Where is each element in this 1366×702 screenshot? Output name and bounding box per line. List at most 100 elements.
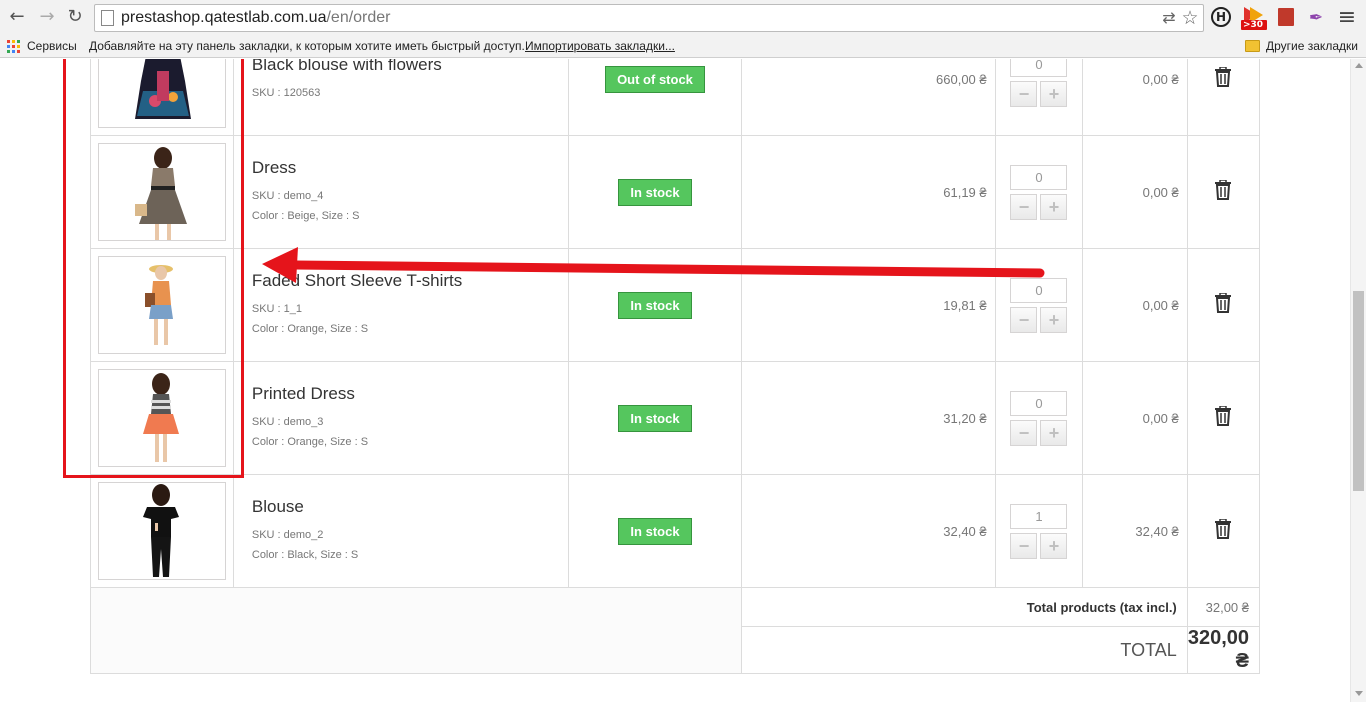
unit-price: 32,40 ₴	[741, 474, 996, 588]
product-image-cell	[90, 59, 234, 136]
address-bar[interactable]: prestashop.qatestlab.com.ua/en/order ⇄ ☆	[94, 4, 1204, 32]
bookmark-extension-icon[interactable]	[1278, 8, 1294, 26]
product-attributes: Color : Orange, Size : S	[251, 436, 369, 448]
product-name[interactable]: Blouse	[252, 497, 568, 517]
product-description-cell: Faded Short Sleeve T-shirts SKU : 1_1 Co…	[232, 248, 569, 362]
product-name[interactable]: Dress	[252, 158, 568, 178]
quantity-plus-button[interactable]: +	[1040, 193, 1068, 220]
availability-cell: In stock	[567, 248, 743, 362]
quantity-minus-button[interactable]: −	[1010, 306, 1038, 333]
scroll-thumb[interactable]	[1353, 291, 1364, 491]
quantity-cell: 0 − +	[994, 59, 1084, 136]
bookmarks-hint: Добавляйте на эту панель закладки, к кот…	[89, 39, 525, 53]
availability-cell: In stock	[567, 361, 743, 475]
forward-arrow-icon[interactable]: →	[36, 6, 58, 28]
unit-price: 19,81 ₴	[741, 248, 996, 362]
quantity-input[interactable]: 0	[1010, 277, 1068, 303]
menu-icon[interactable]: ≡	[1336, 7, 1358, 29]
cart-row: Dress SKU : demo_4 Color : Beige, Size :…	[90, 135, 1261, 249]
quantity-cell: 0 − +	[994, 361, 1084, 475]
apps-icon[interactable]	[7, 40, 20, 53]
total-label: TOTAL	[741, 626, 1188, 674]
quantity-input[interactable]: 0	[1010, 164, 1068, 190]
bookmarks-bar: Сервисы Добавляйте на эту панель закладк…	[0, 36, 1366, 58]
quantity-minus-button[interactable]: −	[1010, 532, 1038, 559]
extension-badge-icon[interactable]: >30	[1241, 5, 1267, 30]
row-total: 32,40 ₴	[1082, 474, 1188, 588]
quantity-cell: 0 − +	[994, 135, 1084, 249]
quantity-plus-button[interactable]: +	[1040, 419, 1068, 446]
product-image[interactable]	[97, 369, 226, 467]
product-figure	[142, 373, 179, 462]
badge-count: >30	[1243, 20, 1264, 30]
product-image-cell	[90, 248, 234, 362]
product-image-cell	[90, 135, 234, 249]
back-arrow-icon[interactable]: ←	[6, 6, 28, 28]
unit-price: 660,00 ₴	[741, 59, 996, 136]
scroll-up-arrow-icon[interactable]	[1355, 63, 1363, 68]
product-image[interactable]	[97, 482, 226, 580]
h-extension-icon[interactable]: H	[1211, 7, 1231, 27]
page-icon	[101, 10, 114, 26]
url-path: /en/order	[326, 9, 391, 26]
quantity-input[interactable]: 0	[1010, 390, 1068, 416]
product-attributes: Color : Black, Size : S	[251, 549, 359, 561]
availability-cell: In stock	[567, 474, 743, 588]
product-figure	[144, 265, 173, 345]
quantity-plus-button[interactable]: +	[1040, 532, 1068, 559]
quantity-cell: 1 − +	[994, 474, 1084, 588]
quantity-input[interactable]: 0	[1010, 59, 1068, 77]
product-sku: SKU : demo_3	[251, 416, 324, 428]
trash-icon[interactable]	[1215, 66, 1232, 87]
product-image[interactable]	[97, 256, 226, 354]
stock-badge: In stock	[618, 404, 692, 432]
product-name[interactable]: Faded Short Sleeve T-shirts	[252, 271, 568, 291]
quantity-plus-button[interactable]: +	[1040, 306, 1068, 333]
translate-icon[interactable]: ⇄	[1159, 8, 1179, 28]
star-icon[interactable]: ☆	[1180, 8, 1200, 28]
product-image[interactable]	[97, 143, 226, 241]
quantity-plus-button[interactable]: +	[1040, 80, 1068, 107]
product-description-cell: Black blouse with flowers SKU : 120563	[232, 59, 569, 136]
trash-icon[interactable]	[1215, 179, 1232, 200]
cart-table: Black blouse with flowers SKU : 120563 O…	[89, 59, 1261, 674]
cart-row: Blouse SKU : demo_2 Color : Black, Size …	[90, 474, 1261, 588]
cart-row: Black blouse with flowers SKU : 120563 O…	[90, 59, 1261, 136]
product-description-cell: Blouse SKU : demo_2 Color : Black, Size …	[232, 474, 569, 588]
product-description-cell: Printed Dress SKU : demo_3 Color : Orang…	[232, 361, 569, 475]
stock-badge: In stock	[618, 517, 692, 545]
product-image-cell	[90, 474, 234, 588]
quantity-minus-button[interactable]: −	[1010, 193, 1038, 220]
quantity-minus-button[interactable]: −	[1010, 80, 1038, 107]
product-name[interactable]: Black blouse with flowers	[252, 59, 568, 75]
vertical-scrollbar[interactable]	[1350, 59, 1366, 702]
unit-price: 61,19 ₴	[741, 135, 996, 249]
product-description-cell: Dress SKU : demo_4 Color : Beige, Size :…	[232, 135, 569, 249]
scroll-down-arrow-icon[interactable]	[1355, 691, 1363, 696]
total-value: 320,00 ₴	[1186, 626, 1261, 674]
other-bookmarks-link[interactable]: Другие закладки	[1266, 39, 1358, 53]
trash-icon[interactable]	[1215, 518, 1232, 539]
delete-cell	[1186, 59, 1261, 136]
product-figure	[134, 59, 191, 119]
trash-icon[interactable]	[1215, 292, 1232, 313]
apps-label[interactable]: Сервисы	[27, 39, 77, 53]
reload-icon[interactable]: ↻	[64, 6, 86, 28]
unit-price: 31,20 ₴	[741, 361, 996, 475]
row-total: 0,00 ₴	[1082, 135, 1188, 249]
quantity-minus-button[interactable]: −	[1010, 419, 1038, 446]
delete-cell	[1186, 474, 1261, 588]
cart-row: Printed Dress SKU : demo_3 Color : Orang…	[90, 361, 1261, 475]
import-bookmarks-link[interactable]: Импортировать закладки...	[525, 39, 675, 53]
product-name[interactable]: Printed Dress	[252, 384, 568, 404]
stock-badge: In stock	[618, 178, 692, 206]
total-products-row: Total products (tax incl.) 32,00 ₴	[89, 587, 1261, 674]
url-text[interactable]: prestashop.qatestlab.com.ua/en/order	[121, 9, 391, 27]
product-sku: SKU : 1_1	[251, 303, 303, 315]
product-image[interactable]	[97, 59, 226, 128]
trash-icon[interactable]	[1215, 405, 1232, 426]
feather-extension-icon[interactable]: ✒	[1305, 7, 1327, 29]
quantity-input[interactable]: 1	[1010, 503, 1068, 529]
delete-cell	[1186, 361, 1261, 475]
product-sku: SKU : 120563	[251, 87, 321, 99]
